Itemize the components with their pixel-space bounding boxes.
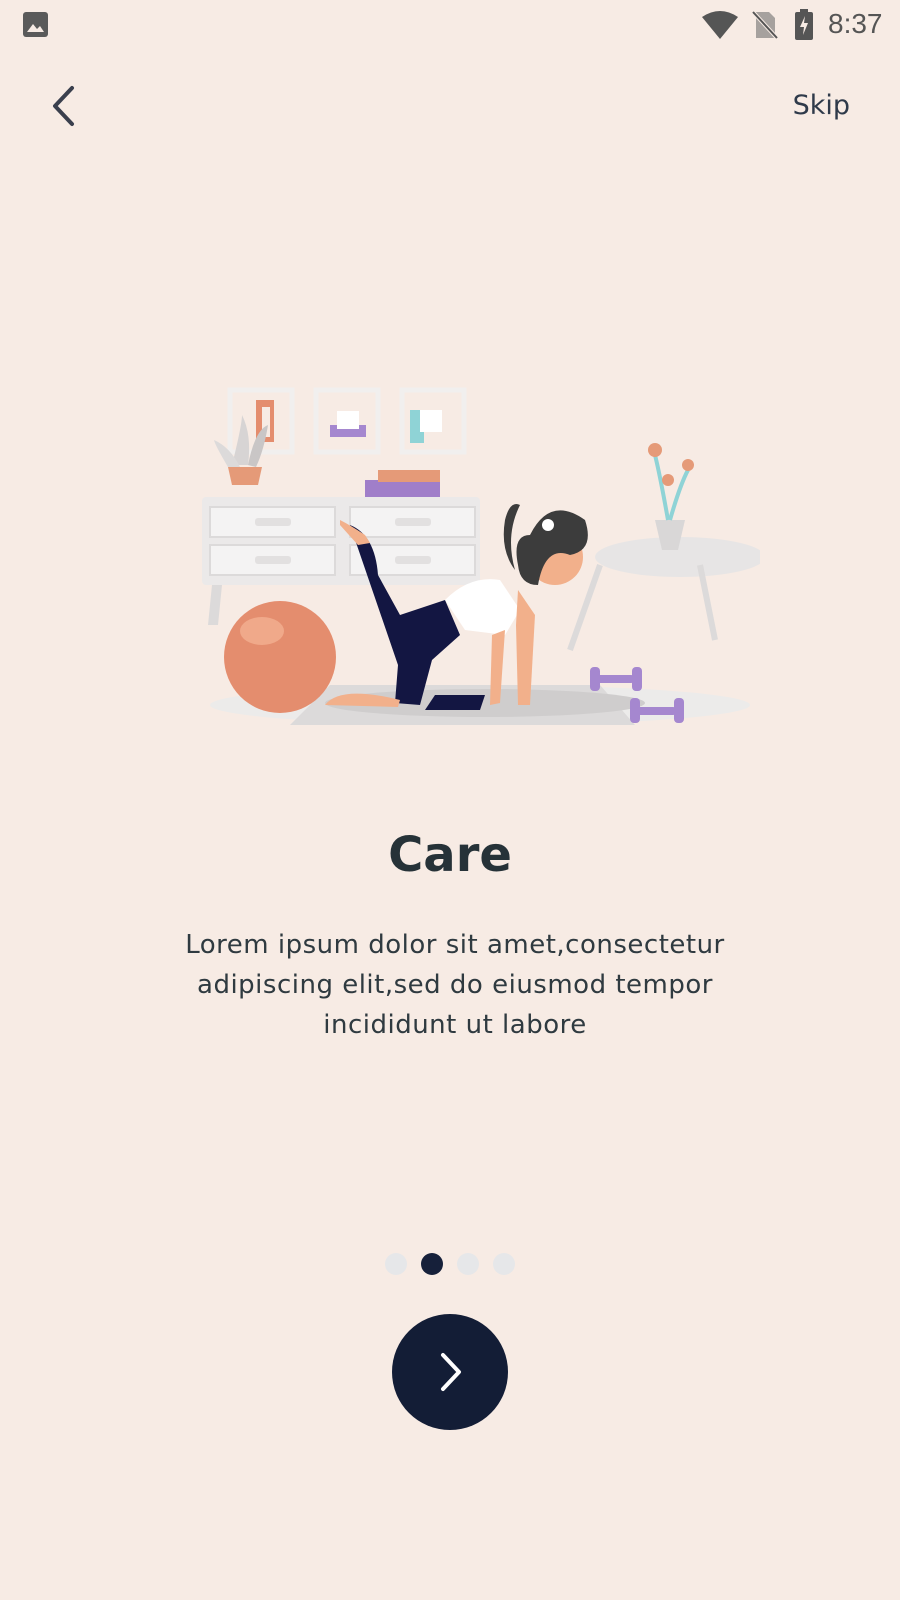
status-bar: 8:37 [0,0,900,48]
skip-button[interactable]: Skip [793,88,850,124]
battery-charging-icon [795,9,813,40]
page-dot-1 [385,1253,407,1275]
page-dot-4 [493,1253,515,1275]
woman-exercising-illustration [202,387,760,725]
next-button[interactable] [392,1314,508,1430]
image-notification-icon [23,12,48,37]
no-sim-icon [752,10,778,40]
chevron-left-icon [53,86,74,126]
back-button[interactable] [40,80,88,132]
page-dot-2-active [421,1253,443,1275]
page-dot-3 [457,1253,479,1275]
page-indicator [385,1253,515,1275]
status-clock: 8:37 [828,8,883,39]
onboarding-title: Care [388,827,512,883]
onboarding-description: Lorem ipsum dolor sit amet,consectetur a… [185,930,725,1040]
wifi-icon [702,11,738,39]
chevron-right-icon [441,1353,461,1391]
